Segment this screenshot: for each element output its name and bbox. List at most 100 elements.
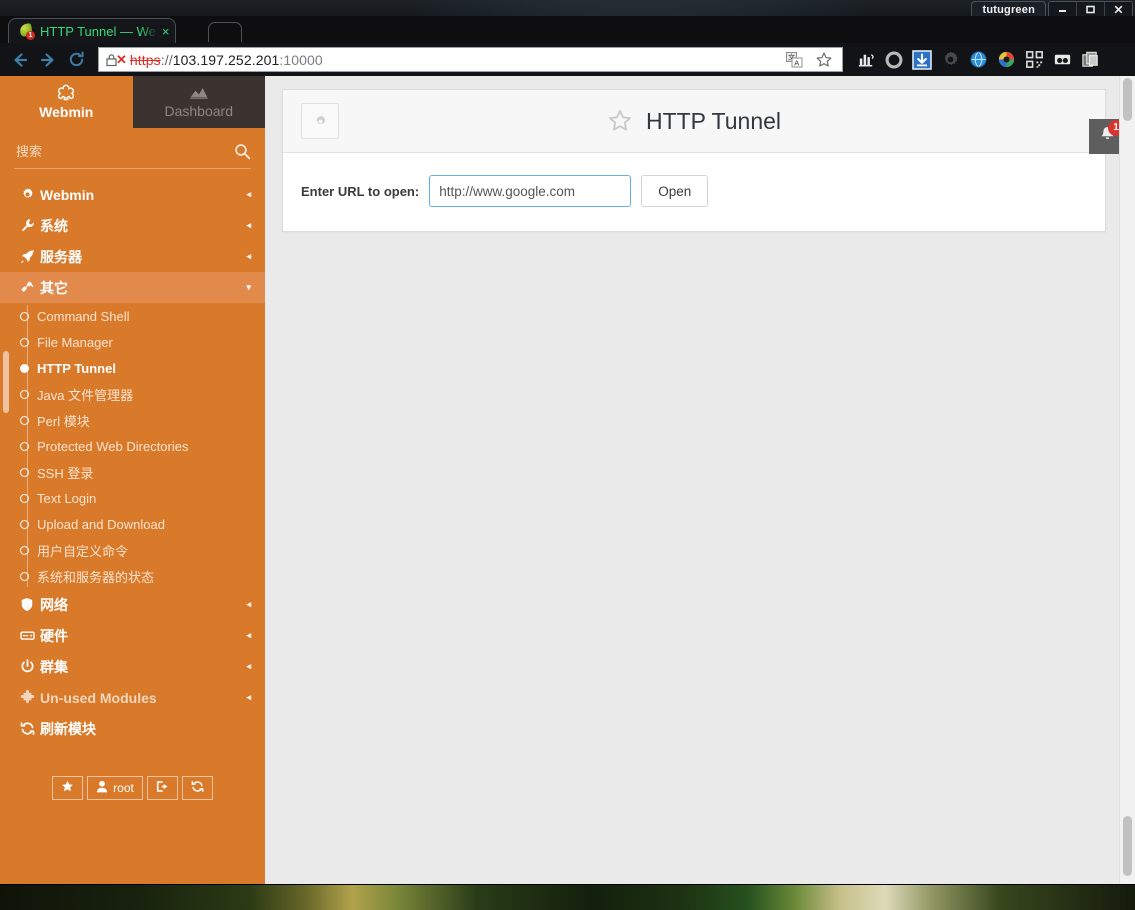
open-button[interactable]: Open (641, 175, 709, 207)
page-title: HTTP Tunnel (645, 107, 782, 134)
sidebar-tab-dashboard[interactable]: Dashboard (132, 76, 265, 128)
maximize-icon (1086, 5, 1095, 14)
chevron-left-icon: ◂ (246, 630, 251, 640)
search-input[interactable] (14, 143, 234, 159)
sidebar-subitem-label: Upload and Download (37, 516, 165, 532)
refresh-button[interactable] (181, 776, 213, 800)
minimize-button[interactable] (1049, 2, 1077, 17)
settings-extension-icon[interactable] (937, 47, 963, 73)
sidebar-subitem-java-file-manager[interactable]: Java 文件管理器 (0, 381, 265, 407)
qrcode-extension-icon[interactable] (1021, 47, 1047, 73)
sidebar-item-refresh-modules[interactable]: 刷新模块 (0, 713, 265, 744)
hammer-icon (20, 280, 40, 295)
globe-extension-icon[interactable] (965, 47, 991, 73)
logout-button[interactable] (146, 776, 178, 800)
module-config-button[interactable] (301, 103, 339, 139)
module-panel: HTTP Tunnel Enter URL to open: Open (282, 89, 1106, 232)
sidebar-item-network[interactable]: 网络 ◂ (0, 589, 265, 620)
url-input[interactable] (429, 175, 632, 207)
sidebar-subitem-ssh-login[interactable]: SSH 登录 (0, 459, 265, 485)
bullet-icon (20, 571, 35, 581)
sidebar-item-servers[interactable]: 服务器 ◂ (0, 241, 265, 272)
bookmark-star-icon[interactable] (811, 48, 837, 71)
sidebar-subitem-perl-modules[interactable]: Perl 模块 (0, 407, 265, 433)
puzzle-glyph (20, 690, 35, 703)
sidebar-item-others-label: 其它 (40, 279, 68, 296)
translate-icon[interactable]: 文 A (781, 48, 807, 71)
chevron-left-icon: ◂ (246, 220, 251, 230)
sidebar-tab-webmin[interactable]: Webmin (0, 76, 133, 128)
sidebar-subitem-file-manager[interactable]: File Manager (0, 329, 265, 355)
chevron-down-icon: ▾ (246, 282, 251, 292)
chart-icon (189, 85, 209, 102)
extension-icons (849, 47, 1103, 73)
copy-extension-icon[interactable] (1077, 47, 1103, 73)
sidebar-scrollbar[interactable] (3, 351, 9, 413)
address-bar[interactable]: ✕ https://103.197.252.201:10000 文 A (98, 47, 843, 72)
sidebar-search[interactable] (14, 134, 251, 169)
maximize-button[interactable] (1077, 2, 1105, 17)
profile-chip[interactable]: tutugreen (971, 1, 1046, 17)
panda-extension-icon[interactable] (1049, 47, 1075, 73)
tab-close-icon[interactable]: × (162, 25, 170, 38)
download-extension-icon[interactable] (909, 47, 935, 73)
sidebar-subitem-custom-commands[interactable]: 用户自定义命令 (0, 537, 265, 563)
insecure-x-icon: ✕ (116, 51, 127, 67)
sidebar-subitem-upload-and-download[interactable]: Upload and Download (0, 511, 265, 537)
browser-toolbar: ✕ https://103.197.252.201:10000 文 A (0, 43, 1135, 76)
chart-extension-icon[interactable] (853, 47, 879, 73)
user-button[interactable]: root (87, 776, 143, 800)
page-scrollbar-thumb-top[interactable] (1123, 78, 1132, 121)
sidebar-subitem-system-status[interactable]: 系统和服务器的状态 (0, 563, 265, 589)
sidebar-item-servers-label: 服务器 (40, 248, 82, 265)
bullet-icon (20, 415, 35, 425)
circle-extension-icon[interactable] (881, 47, 907, 73)
star-outline-glyph-title (609, 110, 631, 131)
browser-tab-active[interactable]: 1 HTTP Tunnel — We × (8, 18, 177, 44)
url-port: :10000 (279, 51, 323, 68)
close-button[interactable] (1105, 2, 1132, 17)
back-button[interactable] (6, 47, 34, 73)
page-scrollbar-thumb[interactable] (1123, 816, 1132, 876)
power-icon (20, 659, 40, 674)
color-wheel-extension-icon[interactable] (993, 47, 1019, 73)
sidebar-tab-dashboard-label: Dashboard (164, 103, 234, 119)
favorites-button[interactable] (52, 776, 84, 800)
sidebar-subitem-text-login[interactable]: Text Login (0, 485, 265, 511)
favorite-star-icon[interactable] (607, 108, 633, 134)
sidebar-item-others[interactable]: 其它 ▾ (0, 272, 265, 303)
bullet-icon (20, 441, 35, 451)
sidebar-footer: root (0, 776, 265, 800)
bullet-icon (20, 337, 35, 347)
page-scrollbar[interactable] (1119, 76, 1135, 884)
sidebar-subitem-protected-web-directories[interactable]: Protected Web Directories (0, 433, 265, 459)
forward-button[interactable] (34, 47, 62, 73)
new-tab-button[interactable] (208, 22, 242, 42)
download-glyph (912, 49, 932, 70)
shield-icon (20, 597, 40, 612)
security-indicator[interactable]: ✕ (105, 52, 127, 68)
sidebar-subitem-command-shell[interactable]: Command Shell (0, 303, 265, 329)
bullet-icon (20, 545, 35, 555)
circle-glyph (885, 51, 903, 68)
user-icon (96, 780, 108, 796)
star-icon (61, 780, 74, 796)
sidebar-item-unused-modules[interactable]: Un-used Modules ◂ (0, 682, 265, 713)
wrench-glyph (21, 219, 34, 232)
search-icon[interactable] (234, 143, 251, 160)
browser-menu-button[interactable] (1103, 47, 1129, 73)
sidebar-menu: Webmin ◂ 系统 ◂ 服务器 ◂ 其它 ▾ Command Shell F… (0, 179, 265, 744)
sidebar-item-cluster[interactable]: 群集 ◂ (0, 651, 265, 682)
color-wheel-glyph (998, 51, 1014, 68)
reload-button[interactable] (62, 47, 90, 73)
user-glyph (96, 780, 108, 793)
reload-icon (69, 51, 84, 67)
sidebar-item-webmin[interactable]: Webmin ◂ (0, 179, 265, 210)
rocket-glyph (21, 250, 34, 263)
gear-icon (316, 115, 325, 124)
sidebar-subitem-http-tunnel[interactable]: HTTP Tunnel (0, 355, 265, 381)
sidebar-item-system[interactable]: 系统 ◂ (0, 210, 265, 241)
bullet-icon (20, 389, 35, 399)
logout-icon (156, 780, 169, 796)
sidebar-item-hardware[interactable]: 硬件 ◂ (0, 620, 265, 651)
